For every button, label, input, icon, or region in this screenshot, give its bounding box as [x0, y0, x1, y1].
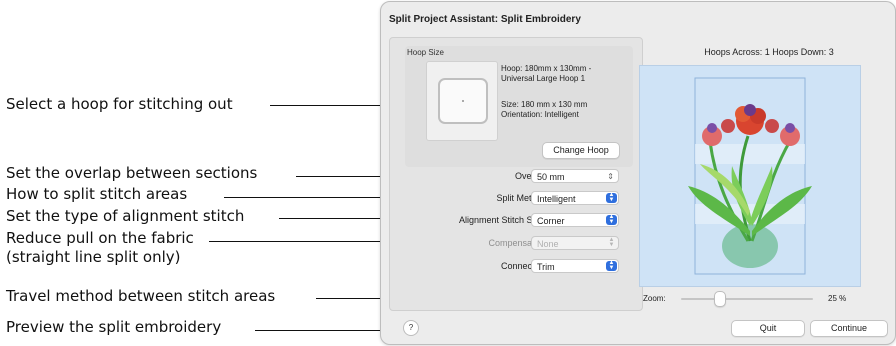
- flower-bud: [765, 119, 779, 133]
- alignment-stitch-value: Corner: [537, 216, 565, 226]
- callout-split-method: How to split stitch areas: [6, 185, 188, 203]
- stepper-arrows-icon[interactable]: ⇕: [607, 171, 614, 182]
- hoop-size-text: Size: 180 mm x 130 mm: [501, 100, 588, 109]
- callout-alignment-stitch: Set the type of alignment stitch: [6, 207, 245, 225]
- hoops-down: Hoops Down: 3: [772, 47, 834, 57]
- callout-compensation: Reduce pull on the fabric: [6, 229, 194, 247]
- flower-bud: [721, 119, 735, 133]
- continue-button[interactable]: Continue: [810, 320, 888, 337]
- dialog-title: Split Project Assistant: Split Embroider…: [389, 14, 581, 25]
- split-preview: [639, 65, 861, 287]
- connection-select[interactable]: Trim ▲ ▼: [531, 259, 619, 273]
- hoop-center-mark: [462, 100, 464, 102]
- select-chevron-icon: ▲ ▼: [606, 192, 617, 203]
- select-chevron-icon: ▲ ▼: [606, 214, 617, 225]
- hoop-thumbnail: [426, 61, 498, 141]
- preview-canvas: [640, 66, 860, 286]
- split-method-select[interactable]: Intelligent ▲ ▼: [531, 191, 619, 205]
- change-hoop-button[interactable]: Change Hoop: [542, 142, 620, 159]
- help-button[interactable]: ?: [403, 320, 419, 336]
- hoop-name-line1: Hoop: 180mm x 130mm -: [501, 64, 592, 73]
- zoom-slider[interactable]: [681, 298, 813, 300]
- hoop-orientation-text: Orientation: Intelligent: [501, 110, 579, 119]
- flower-center: [707, 123, 717, 133]
- compensation-select: None ▲ ▼: [531, 236, 619, 250]
- overlap-stepper[interactable]: 50 mm ⇕: [531, 169, 619, 183]
- callout-preview: Preview the split embroidery: [6, 318, 222, 336]
- hoop-name-line2: Universal Large Hoop 1: [501, 74, 586, 83]
- zoom-value: 25 %: [828, 294, 847, 303]
- zoom-label: Zoom:: [643, 294, 666, 303]
- callout-connection: Travel method between stitch areas: [6, 287, 276, 305]
- select-chevron-icon: ▲ ▼: [608, 237, 615, 248]
- connection-value: Trim: [537, 262, 555, 272]
- hoop-name: Hoop: 180mm x 130mm - Universal Large Ho…: [501, 64, 591, 84]
- split-method-value: Intelligent: [537, 194, 576, 204]
- split-project-dialog: Split Project Assistant: Split Embroider…: [380, 1, 896, 345]
- flower-center: [785, 123, 795, 133]
- design-base: [722, 224, 778, 268]
- hoop-details: Size: 180 mm x 130 mm Orientation: Intel…: [501, 100, 587, 120]
- flower-center: [744, 104, 756, 116]
- overlap-value: 50 mm: [537, 172, 565, 182]
- compensation-value: None: [537, 239, 559, 249]
- callout-compensation-note: (straight line split only): [6, 248, 181, 266]
- hoops-count: Hoops Across: 1 Hoops Down: 3: [643, 47, 895, 57]
- callout-select-hoop: Select a hoop for stitching out: [6, 95, 233, 113]
- hoop-size-label: Hoop Size: [407, 48, 444, 57]
- select-chevron-icon: ▲ ▼: [606, 260, 617, 271]
- callout-overlap: Set the overlap between sections: [6, 164, 258, 182]
- zoom-slider-handle[interactable]: [714, 291, 726, 307]
- hoop-icon: [438, 78, 488, 124]
- quit-button[interactable]: Quit: [731, 320, 805, 337]
- alignment-stitch-select[interactable]: Corner ▲ ▼: [531, 213, 619, 227]
- hoops-across: Hoops Across: 1: [704, 47, 770, 57]
